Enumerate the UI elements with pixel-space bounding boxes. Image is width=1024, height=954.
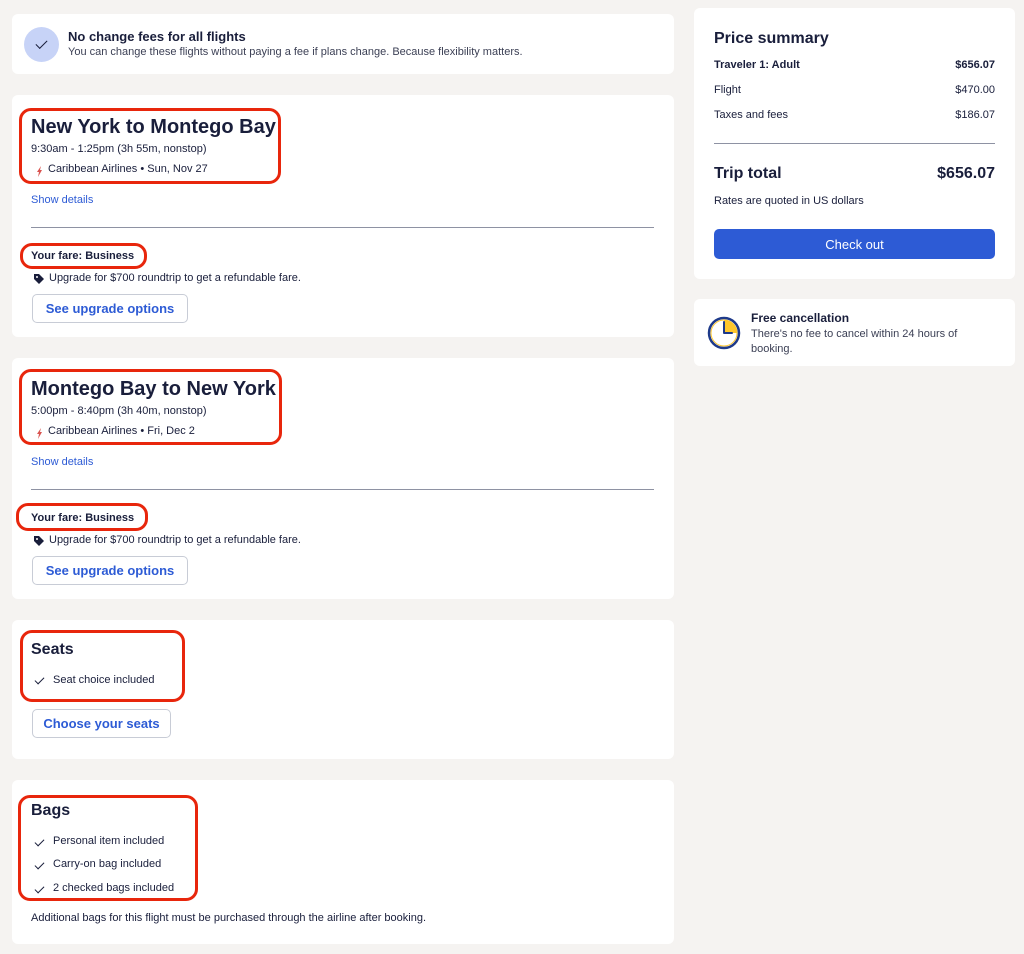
bags-highlight — [18, 795, 198, 901]
trip-total-label: Trip total — [714, 165, 782, 182]
return-upgrade-text: Upgrade for $700 roundtrip to get a refu… — [49, 534, 301, 546]
seats-highlight — [20, 630, 185, 702]
return-show-details-link[interactable]: Show details — [31, 456, 93, 468]
return-fare-highlight — [16, 503, 148, 531]
checkmark-icon — [24, 27, 59, 62]
clock-icon — [707, 316, 741, 350]
currency-note: Rates are quoted in US dollars — [714, 195, 864, 207]
tag-icon — [33, 272, 45, 284]
return-title-highlight — [19, 369, 282, 445]
outbound-divider — [31, 227, 654, 228]
flight-label: Flight — [714, 84, 741, 96]
banner-subtitle: You can change these flights without pay… — [68, 46, 523, 58]
outbound-show-details-link[interactable]: Show details — [31, 194, 93, 206]
flight-value: $470.00 — [955, 84, 995, 96]
outbound-upgrade-button[interactable]: See upgrade options — [32, 294, 188, 323]
outbound-upgrade-text: Upgrade for $700 roundtrip to get a refu… — [49, 272, 301, 284]
cancellation-text-line2: booking. — [751, 343, 793, 355]
trip-total-value: $656.07 — [937, 165, 995, 182]
taxes-label: Taxes and fees — [714, 109, 788, 121]
outbound-fare-highlight — [20, 243, 147, 269]
bags-note: Additional bags for this flight must be … — [31, 912, 427, 924]
choose-seats-button[interactable]: Choose your seats — [32, 709, 171, 738]
free-cancellation-card: Free cancellation There's no fee to canc… — [694, 299, 1015, 366]
price-summary-card: Price summary Traveler 1: Adult $656.07 … — [694, 8, 1015, 279]
return-upgrade-button[interactable]: See upgrade options — [32, 556, 188, 585]
cancellation-text-line1: There's no fee to cancel within 24 hours… — [751, 328, 958, 340]
checkout-button[interactable]: Check out — [714, 229, 995, 259]
no-change-fees-banner: No change fees for all flights You can c… — [12, 14, 674, 74]
outbound-title-highlight — [19, 108, 281, 184]
price-summary-title: Price summary — [714, 30, 829, 47]
tag-icon — [33, 534, 45, 546]
price-divider — [714, 143, 995, 144]
return-divider — [31, 489, 654, 490]
traveler-label: Traveler 1: Adult — [714, 59, 800, 71]
taxes-value: $186.07 — [955, 109, 995, 121]
cancellation-title: Free cancellation — [751, 311, 850, 325]
banner-title: No change fees for all flights — [68, 29, 246, 44]
traveler-value: $656.07 — [955, 59, 995, 71]
